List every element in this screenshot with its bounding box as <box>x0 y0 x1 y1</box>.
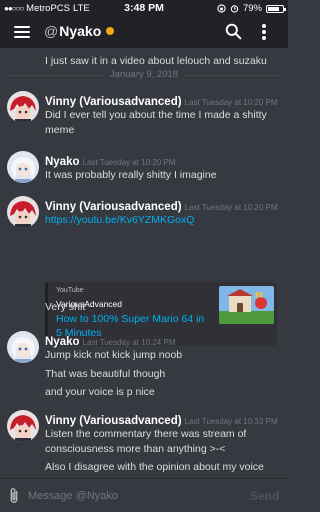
message-timestamp: Last Tuesday at 10:33 PM <box>184 417 278 426</box>
message-line: Listen the commentary there was stream o… <box>45 428 247 440</box>
message-line: Also I disagree with the opinion about m… <box>45 461 264 473</box>
alarm-icon <box>230 5 239 13</box>
message-timestamp: Last Tuesday at 10:20 PM <box>82 158 176 167</box>
avatar-vinny[interactable] <box>7 410 39 442</box>
channel-header: @ Nyako <box>0 16 288 48</box>
channel-name: Nyako <box>59 23 102 39</box>
menu-icon[interactable] <box>14 26 30 38</box>
embed-provider: YouTube <box>56 287 84 294</box>
battery-percent: 79% <box>242 3 262 14</box>
avatar-nyako[interactable] <box>7 331 39 363</box>
message-author[interactable]: Vinny (Variousadvanced) <box>45 96 182 108</box>
message-line: Did I ever tell you about the time I mad… <box>45 109 267 121</box>
message-line: and your voice is p nice <box>45 386 155 398</box>
message-line: It was probably really shitty I imagine <box>45 169 217 181</box>
status-bar: ●●○○○ MetroPCS LTE 3:48 PM 79% <box>0 0 288 16</box>
message-line: meme <box>45 124 75 136</box>
search-icon[interactable] <box>225 23 242 40</box>
date-divider-label: January 9, 2018 <box>103 69 185 80</box>
svg-text:M: M <box>255 291 263 300</box>
attach-icon[interactable] <box>8 487 20 505</box>
send-button[interactable]: Send <box>250 489 279 503</box>
date-divider: January 9, 2018 <box>8 69 280 81</box>
orientation-lock-icon <box>217 4 226 13</box>
message-line: I just saw it in a video about lelouch a… <box>45 55 267 67</box>
message-link[interactable]: https://youtu.be/Kv6YZMKGoxQ <box>45 214 194 226</box>
message-line: Jump kick not kick jump noob <box>45 349 183 361</box>
video-thumbnail[interactable]: M <box>219 286 274 324</box>
more-options-icon[interactable] <box>262 24 266 40</box>
message-list[interactable]: I just saw it in a video about lelouch a… <box>0 48 288 478</box>
avatar-nyako[interactable] <box>7 151 39 183</box>
status-idle-icon <box>106 27 115 35</box>
message-timestamp: Last Tuesday at 10:20 PM <box>184 98 278 107</box>
message-timestamp: Last Tuesday at 10:20 PM <box>184 203 278 212</box>
message-input[interactable] <box>28 485 243 507</box>
message-author[interactable]: Vinny (Variousadvanced) <box>45 415 182 427</box>
avatar-vinny[interactable] <box>7 196 39 228</box>
avatar-vinny[interactable] <box>7 91 39 123</box>
message-composer: Send <box>0 478 288 512</box>
message-author[interactable]: Nyako <box>45 336 80 348</box>
message-line: consciousness more than anything >-< <box>45 443 226 455</box>
message-timestamp: Last Tuesday at 10:24 PM <box>82 338 176 347</box>
message-line: Very shit <box>45 301 86 313</box>
channel-title[interactable]: @ Nyako <box>44 23 115 39</box>
channel-prefix: @ <box>44 23 59 39</box>
battery-icon <box>266 4 286 13</box>
message-line: That was beautiful though <box>45 368 166 380</box>
message-author[interactable]: Nyako <box>45 156 80 168</box>
message-author[interactable]: Vinny (Variousadvanced) <box>45 201 182 213</box>
